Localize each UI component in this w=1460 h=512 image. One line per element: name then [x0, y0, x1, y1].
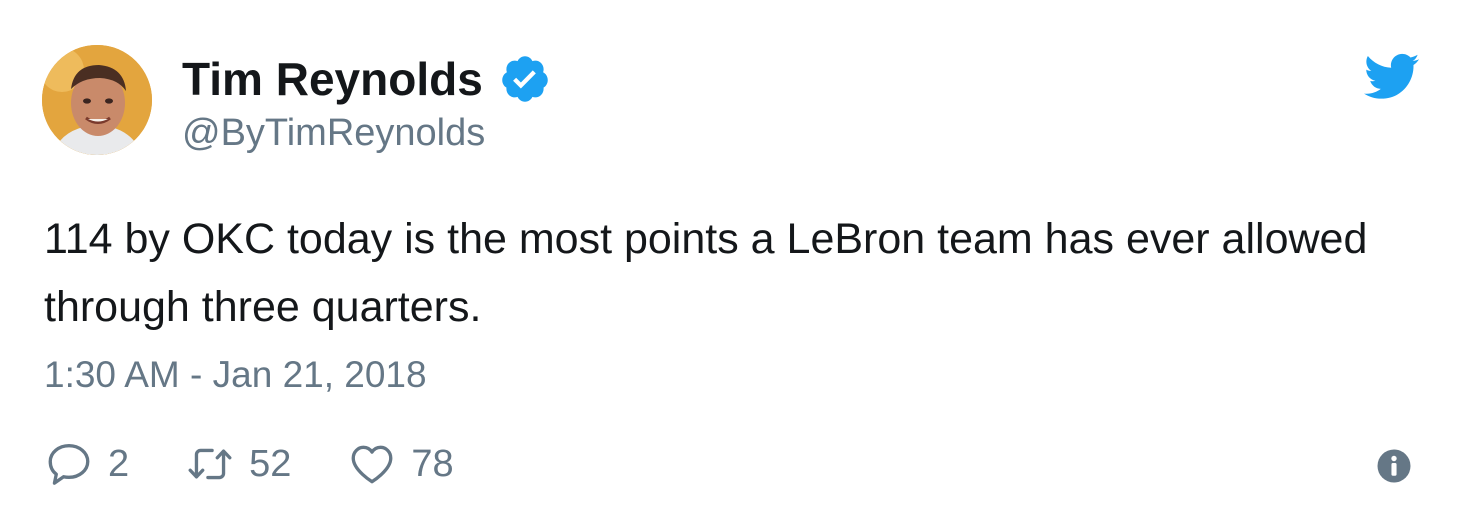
avatar-image	[42, 45, 152, 155]
twitter-bird-icon[interactable]	[1364, 52, 1420, 102]
avatar[interactable]	[42, 45, 152, 155]
retweet-count: 52	[249, 442, 292, 485]
info-icon[interactable]	[1376, 448, 1412, 484]
retweet-icon	[188, 448, 232, 480]
tweet-actions: 2 52 78	[44, 436, 510, 492]
tweet-timestamp[interactable]: 1:30 AM - Jan 21, 2018	[44, 354, 427, 396]
author-name-text[interactable]: Tim Reynolds	[182, 52, 483, 106]
retweet-button[interactable]: 52	[185, 439, 291, 489]
author-handle[interactable]: @ByTimReynolds	[182, 112, 485, 155]
like-button[interactable]: 78	[347, 439, 454, 489]
reply-button[interactable]: 2	[44, 439, 129, 489]
reply-icon	[48, 444, 90, 485]
author-name[interactable]: Tim Reynolds	[182, 52, 551, 106]
like-count: 78	[411, 442, 454, 485]
tweet-card: Tim Reynolds @ByTimReynolds 114 by OKC t…	[0, 0, 1460, 512]
heart-icon	[352, 445, 393, 484]
reply-count: 2	[108, 442, 130, 485]
tweet-text: 114 by OKC today is the most points a Le…	[44, 215, 1368, 331]
verified-badge-icon	[502, 56, 548, 102]
